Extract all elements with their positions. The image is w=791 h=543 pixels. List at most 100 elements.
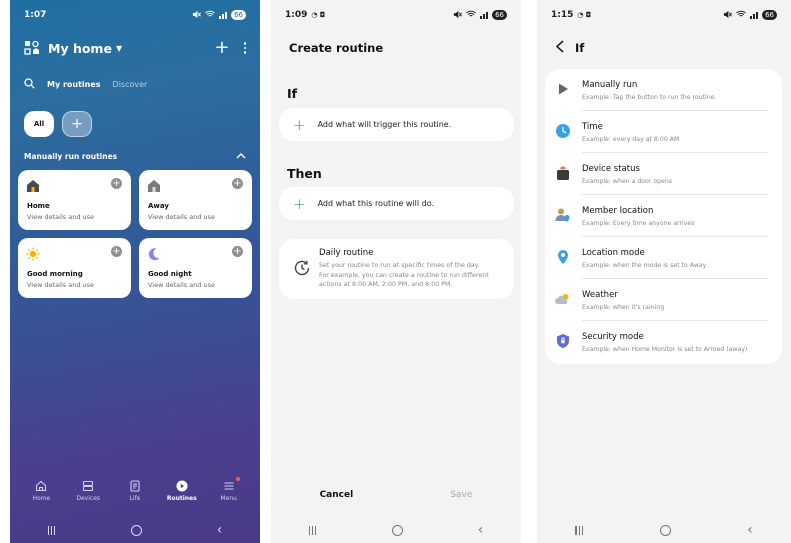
routine-tabs: My routines Discover — [24, 76, 246, 92]
nav-label: Menu — [220, 495, 237, 502]
card-add-icon[interactable]: + — [232, 178, 243, 189]
condition-example: Example: Every time anyone arrives — [582, 220, 695, 227]
home-circle-icon[interactable] — [130, 524, 142, 536]
battery-level: 66 — [234, 11, 243, 19]
card-add-icon[interactable]: + — [111, 246, 122, 257]
plus-icon: + — [293, 115, 306, 134]
card-subtitle: View details and use — [148, 213, 216, 221]
add-icon[interactable]: + — [214, 39, 229, 57]
routine-card-good-night[interactable]: + Good night View details and use — [139, 238, 252, 298]
status-bar: 1:15 ◔ ◘ 66 — [537, 0, 791, 30]
condition-time[interactable]: Time Example: every day at 8:00 AM — [545, 111, 782, 153]
add-action-label: Add what this routine will do. — [317, 199, 435, 208]
recent-apps-icon[interactable] — [308, 525, 317, 535]
house-away-icon — [147, 178, 161, 197]
recent-apps-icon[interactable] — [575, 525, 584, 535]
card-title: Away — [148, 202, 169, 210]
status-bar: 1:09 ◔ ◘ 66 — [271, 0, 521, 30]
status-time: 1:09 — [285, 10, 308, 20]
notification-dot — [235, 477, 240, 481]
chevron-down-icon[interactable]: ▼ — [116, 44, 122, 53]
chip-all[interactable]: All — [24, 111, 54, 137]
cancel-button[interactable]: Cancel — [320, 490, 354, 506]
condition-name: Device status — [582, 164, 640, 174]
system-navigation-bar: ‹ — [10, 517, 260, 543]
nav-label: Home — [32, 495, 51, 502]
wifi-icon — [736, 10, 746, 20]
routine-cards: + Home View details and use + Away View … — [18, 170, 252, 298]
card-add-icon[interactable]: + — [232, 246, 243, 257]
system-navigation-bar: ‹ — [271, 517, 521, 543]
back-chevron-icon[interactable]: ‹ — [478, 523, 484, 537]
back-arrow-icon[interactable] — [555, 40, 565, 55]
mute-icon — [192, 10, 202, 21]
home-circle-icon[interactable] — [391, 524, 403, 536]
shield-icon — [555, 333, 571, 349]
mute-icon — [723, 10, 733, 21]
search-icon[interactable] — [24, 77, 35, 91]
home-circle-icon[interactable] — [659, 524, 671, 536]
notification-icons: ◔ ◘ — [577, 11, 592, 19]
nav-devices[interactable]: Devices — [68, 480, 108, 502]
add-action-button[interactable]: + Add what this routine will do. — [279, 187, 514, 220]
condition-name: Security mode — [582, 332, 644, 342]
nav-menu[interactable]: Menu — [209, 477, 249, 502]
condition-location-mode[interactable]: Location mode Example: when the mode is … — [545, 237, 782, 279]
chip-add[interactable]: + — [62, 111, 92, 137]
condition-security-mode[interactable]: Security mode Example: when Home Monitor… — [545, 321, 782, 363]
sun-icon — [26, 246, 40, 265]
condition-example: Example: every day at 8:00 AM — [582, 136, 680, 143]
status-bar: 1:07 66 — [10, 0, 260, 30]
battery-icon: 66 — [762, 10, 777, 20]
card-add-icon[interactable]: + — [111, 178, 122, 189]
routine-card-away[interactable]: + Away View details and use — [139, 170, 252, 230]
nav-life[interactable]: Life — [115, 480, 155, 502]
routine-card-good-morning[interactable]: + Good morning View details and use — [18, 238, 131, 298]
condition-example: Example: when it's raining — [582, 304, 665, 311]
play-icon — [555, 81, 571, 97]
nav-label: Routines — [166, 495, 197, 502]
daily-routine-card[interactable]: Daily routine Set your routine to run at… — [279, 239, 514, 299]
create-routine-screen: 1:09 ◔ ◘ 66 Create routine If + Add what… — [271, 0, 521, 543]
manually-run-section-header[interactable]: Manually run routines — [24, 152, 246, 161]
battery-icon: 66 — [231, 10, 246, 20]
home-title[interactable]: My home — [48, 41, 112, 56]
condition-member-location[interactable]: Member location Example: Every time anyo… — [545, 195, 782, 237]
house-icon — [26, 178, 40, 197]
save-button[interactable]: Save — [450, 490, 472, 506]
condition-manually-run[interactable]: Manually run Example: Tap the button to … — [545, 69, 782, 111]
condition-device-status[interactable]: Device status Example: when a door opens — [545, 153, 782, 195]
routines-screen: 1:07 66 My home ▼ + My routines Discover — [10, 0, 260, 543]
wifi-icon — [466, 10, 476, 20]
routine-card-home[interactable]: + Home View details and use — [18, 170, 131, 230]
more-options-icon[interactable] — [243, 42, 246, 54]
condition-name: Manually run — [582, 80, 638, 90]
filter-chips: All + — [24, 111, 92, 137]
condition-name: Weather — [582, 290, 618, 300]
nav-label: Devices — [76, 495, 101, 502]
home-nav-icon — [35, 480, 47, 492]
back-chevron-icon[interactable]: ‹ — [747, 523, 753, 537]
condition-name: Member location — [582, 206, 654, 216]
daily-routine-title: Daily routine — [319, 248, 374, 258]
section-title: Manually run routines — [24, 152, 118, 161]
tab-discover[interactable]: Discover — [113, 80, 148, 89]
bottom-navigation: Home Devices Life Routines Menu — [18, 477, 252, 512]
daily-routine-desc-3: actions at 8:00 AM, 2:00 PM, and 8:00 PM… — [319, 281, 453, 288]
plus-icon: + — [293, 194, 306, 213]
home-grid-icon[interactable] — [24, 40, 40, 56]
status-time: 1:15 — [551, 10, 574, 20]
nav-routines[interactable]: Routines — [162, 480, 202, 502]
condition-weather[interactable]: Weather Example: when it's raining — [545, 279, 782, 321]
battery-level: 66 — [495, 11, 504, 19]
device-icon — [555, 165, 571, 181]
add-trigger-button[interactable]: + Add what will trigger this routine. — [279, 108, 514, 141]
tab-my-routines[interactable]: My routines — [47, 80, 101, 89]
back-chevron-icon[interactable]: ‹ — [217, 523, 223, 537]
condition-name: Location mode — [582, 248, 645, 258]
then-section-label: Then — [287, 166, 322, 181]
chevron-up-icon[interactable] — [236, 152, 246, 161]
card-title: Good night — [148, 270, 192, 278]
nav-home[interactable]: Home — [21, 480, 61, 502]
recent-apps-icon[interactable] — [47, 525, 56, 535]
